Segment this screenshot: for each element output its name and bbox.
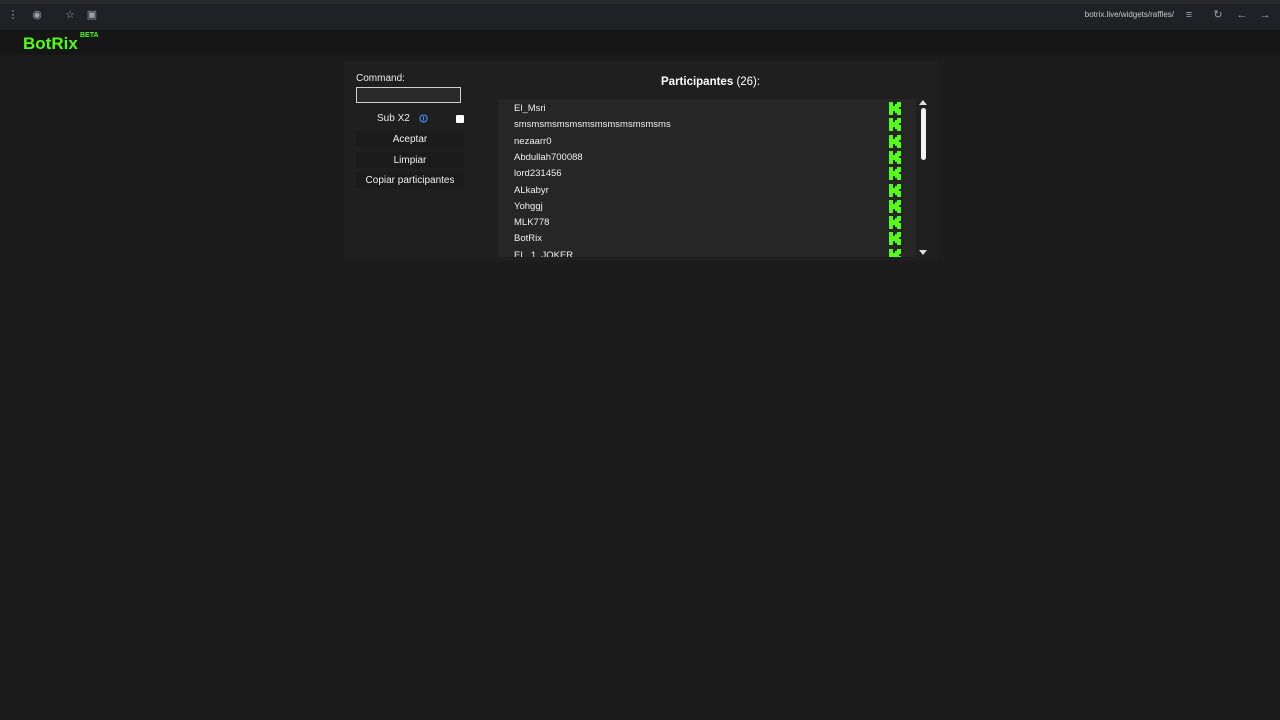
list-item: BotRix [498, 230, 916, 246]
kick-icon [889, 232, 901, 246]
list-item: ALkabyr [498, 182, 916, 198]
sub-x2-label: Sub X2 [377, 113, 410, 124]
list-item: nezaarr0 [498, 133, 916, 149]
copy-participants-button[interactable]: Copiar participantes [356, 172, 464, 188]
reload-icon[interactable]: ↻ [1212, 9, 1224, 21]
accept-button[interactable]: Aceptar [356, 131, 464, 147]
kick-icon [889, 102, 901, 115]
command-input[interactable] [356, 87, 461, 103]
participant-name: lord231456 [514, 168, 562, 180]
kick-icon [889, 183, 901, 197]
address-bar-url[interactable]: botrix.live/widgets/raffles/ [1085, 10, 1174, 19]
list-item: MLK778 [498, 214, 916, 230]
list-item: smsmsmsmsmsmsmsmsmsmsmsms [498, 116, 916, 132]
participant-name: Abdullah700088 [514, 151, 583, 163]
menu-dots-icon[interactable]: ⋮ [7, 9, 19, 21]
participant-name: nezaarr0 [514, 135, 552, 147]
forward-icon[interactable]: → [1259, 9, 1271, 21]
kick-icon [889, 118, 901, 132]
tab-strip [0, 0, 1280, 4]
participant-name: ALkabyr [514, 184, 549, 196]
list-item: Yohggj [498, 198, 916, 214]
participant-name: Yohggj [514, 200, 543, 212]
kick-icon [889, 134, 901, 148]
kick-icon [889, 150, 901, 164]
list-item: lord231456 [498, 165, 916, 181]
participants-count: (26): [736, 76, 761, 88]
app-header [0, 31, 1280, 55]
kick-icon [889, 248, 901, 257]
participants-list[interactable]: El_Msri smsmsmsmsmsmsmsmsmsmsmsms nezaarr0… [498, 99, 916, 257]
browser-toolbar: ⋮ ◉ ☆ ▣ botrix.live/widgets/raffles/ ≡ ↻… [0, 0, 1280, 31]
back-icon[interactable]: ← [1236, 9, 1248, 21]
kick-icon [889, 216, 901, 230]
kick-icon [889, 199, 901, 213]
participant-name: smsmsmsmsmsmsmsmsmsmsmsms [514, 119, 671, 131]
list-item: Abdullah700088 [498, 149, 916, 165]
participant-name: MLK778 [514, 217, 550, 229]
botrix-logo[interactable]: BotRix [23, 34, 78, 54]
info-icon[interactable] [419, 114, 428, 123]
list-item: El_Msri [498, 100, 916, 116]
extensions-icon[interactable]: ▣ [86, 9, 98, 21]
participant-name: EL_1_JOKER [514, 249, 574, 257]
star-icon[interactable]: ☆ [64, 9, 76, 21]
clear-button[interactable]: Limpiar [356, 152, 464, 168]
participant-name: El_Msri [514, 103, 546, 114]
scrollbar-thumb[interactable] [921, 108, 926, 160]
beta-badge: BETA [80, 32, 99, 39]
participants-title-text: Participantes [661, 76, 734, 88]
scroll-up-arrow-icon[interactable] [919, 100, 927, 105]
kick-icon [889, 167, 901, 181]
participant-name: BotRix [514, 233, 542, 245]
participants-title: Participantes (26): [661, 76, 760, 88]
view-icon[interactable]: ◉ [31, 9, 43, 21]
command-label: Command: [356, 73, 405, 84]
tune-icon[interactable]: ≡ [1183, 9, 1195, 21]
sub-x2-checkbox[interactable] [456, 115, 464, 123]
scroll-down-arrow-icon[interactable] [919, 250, 927, 255]
list-item: EL_1_JOKER [498, 247, 916, 257]
